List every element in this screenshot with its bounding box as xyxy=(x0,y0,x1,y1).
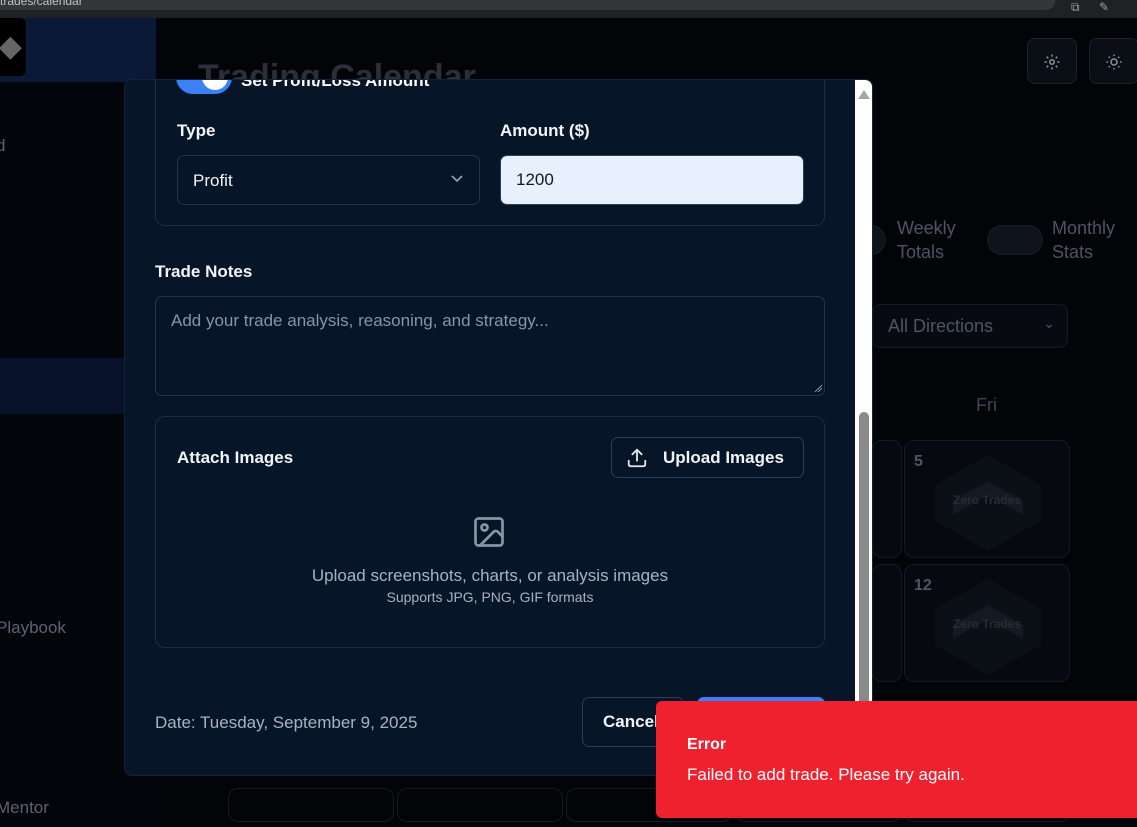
attach-images-title: Attach Images xyxy=(177,448,294,467)
browser-url-bar: trades/calendar ⧉ ✎ xyxy=(0,0,1137,18)
calendar-cell[interactable] xyxy=(397,788,563,822)
profit-loss-switch-label: Set Profit/Loss Amount xyxy=(241,79,430,90)
sun-icon xyxy=(1106,54,1122,70)
chevron-down-icon xyxy=(451,175,463,183)
scroll-up-arrow-icon[interactable] xyxy=(858,90,870,99)
screen: trades/calendar ⧉ ✎ ◆ d Playbook Mentor … xyxy=(0,0,1137,827)
modal-scrollbar[interactable] xyxy=(855,80,872,775)
error-toast[interactable]: Error Failed to add trade. Please try ag… xyxy=(656,701,1137,818)
attach-images-section: Attach Images Upload Images Upload scree… xyxy=(155,416,825,648)
calendar-cell[interactable]: 12 Zero Trades xyxy=(904,564,1070,682)
sidebar-item-playbook[interactable]: Playbook xyxy=(0,618,66,638)
resize-handle-icon[interactable] xyxy=(814,384,822,392)
upload-formats-text: Supports JPG, PNG, GIF formats xyxy=(386,589,594,605)
trade-notes-textarea[interactable] xyxy=(155,296,825,396)
amount-label: Amount ($) xyxy=(500,121,590,140)
add-trade-dialog: Set Profit/Loss Amount Type Profit Amoun… xyxy=(124,79,873,776)
gear-icon xyxy=(1044,54,1060,70)
monthly-stats-toggle[interactable] xyxy=(987,225,1043,255)
url-text: trades/calendar xyxy=(0,0,83,8)
calendar-day-number: 12 xyxy=(914,577,932,594)
day-header-fri: Fri xyxy=(976,395,997,415)
app-logo-icon[interactable]: ◆ xyxy=(0,18,26,76)
toast-title: Error xyxy=(687,736,727,753)
trade-notes-label: Trade Notes xyxy=(155,262,253,281)
trade-date-text: Date: Tuesday, September 9, 2025 xyxy=(155,713,418,732)
upload-images-label: Upload Images xyxy=(663,448,784,467)
calendar-cell[interactable]: 5 Zero Trades xyxy=(904,440,1070,558)
sidebar-item-mentor[interactable]: Mentor xyxy=(0,798,49,818)
calendar-cell-label: Zero Trades xyxy=(952,493,1022,507)
address-field[interactable] xyxy=(0,0,1055,10)
extension-icon[interactable]: ⧉ xyxy=(1071,0,1080,15)
monthly-stats-label: Monthly Stats xyxy=(1052,218,1116,262)
type-label: Type xyxy=(177,121,216,140)
calendar-day-number: 5 xyxy=(914,453,923,470)
calendar-cell[interactable] xyxy=(872,440,902,558)
chevron-down-icon: ⌄ xyxy=(1043,315,1055,331)
type-select-value: Profit xyxy=(193,171,233,190)
calendar-cell[interactable] xyxy=(228,788,394,822)
calendar-cell[interactable] xyxy=(872,564,902,682)
settings-button[interactable] xyxy=(1027,38,1077,84)
type-select[interactable]: Profit xyxy=(177,155,480,205)
upload-images-button[interactable]: Upload Images xyxy=(611,437,804,478)
weekly-totals-label: Weekly Totals xyxy=(897,218,956,262)
upload-hint-text: Upload screenshots, charts, or analysis … xyxy=(311,566,669,585)
toast-message: Failed to add trade. Please try again. xyxy=(687,765,965,784)
sidebar-item-dashboard[interactable]: d xyxy=(0,136,5,156)
edit-icon[interactable]: ✎ xyxy=(1099,0,1109,14)
upload-icon xyxy=(627,448,647,468)
amount-input[interactable] xyxy=(500,155,804,205)
calendar-cell-label: Zero Trades xyxy=(952,617,1022,631)
switch-knob xyxy=(202,80,228,90)
direction-filter-select[interactable]: All Directions ⌄ xyxy=(872,304,1068,348)
image-placeholder-icon xyxy=(474,517,504,547)
direction-filter-value: All Directions xyxy=(888,316,994,336)
sidebar-brand: ◆ xyxy=(0,18,156,82)
theme-toggle-button[interactable] xyxy=(1089,38,1137,84)
